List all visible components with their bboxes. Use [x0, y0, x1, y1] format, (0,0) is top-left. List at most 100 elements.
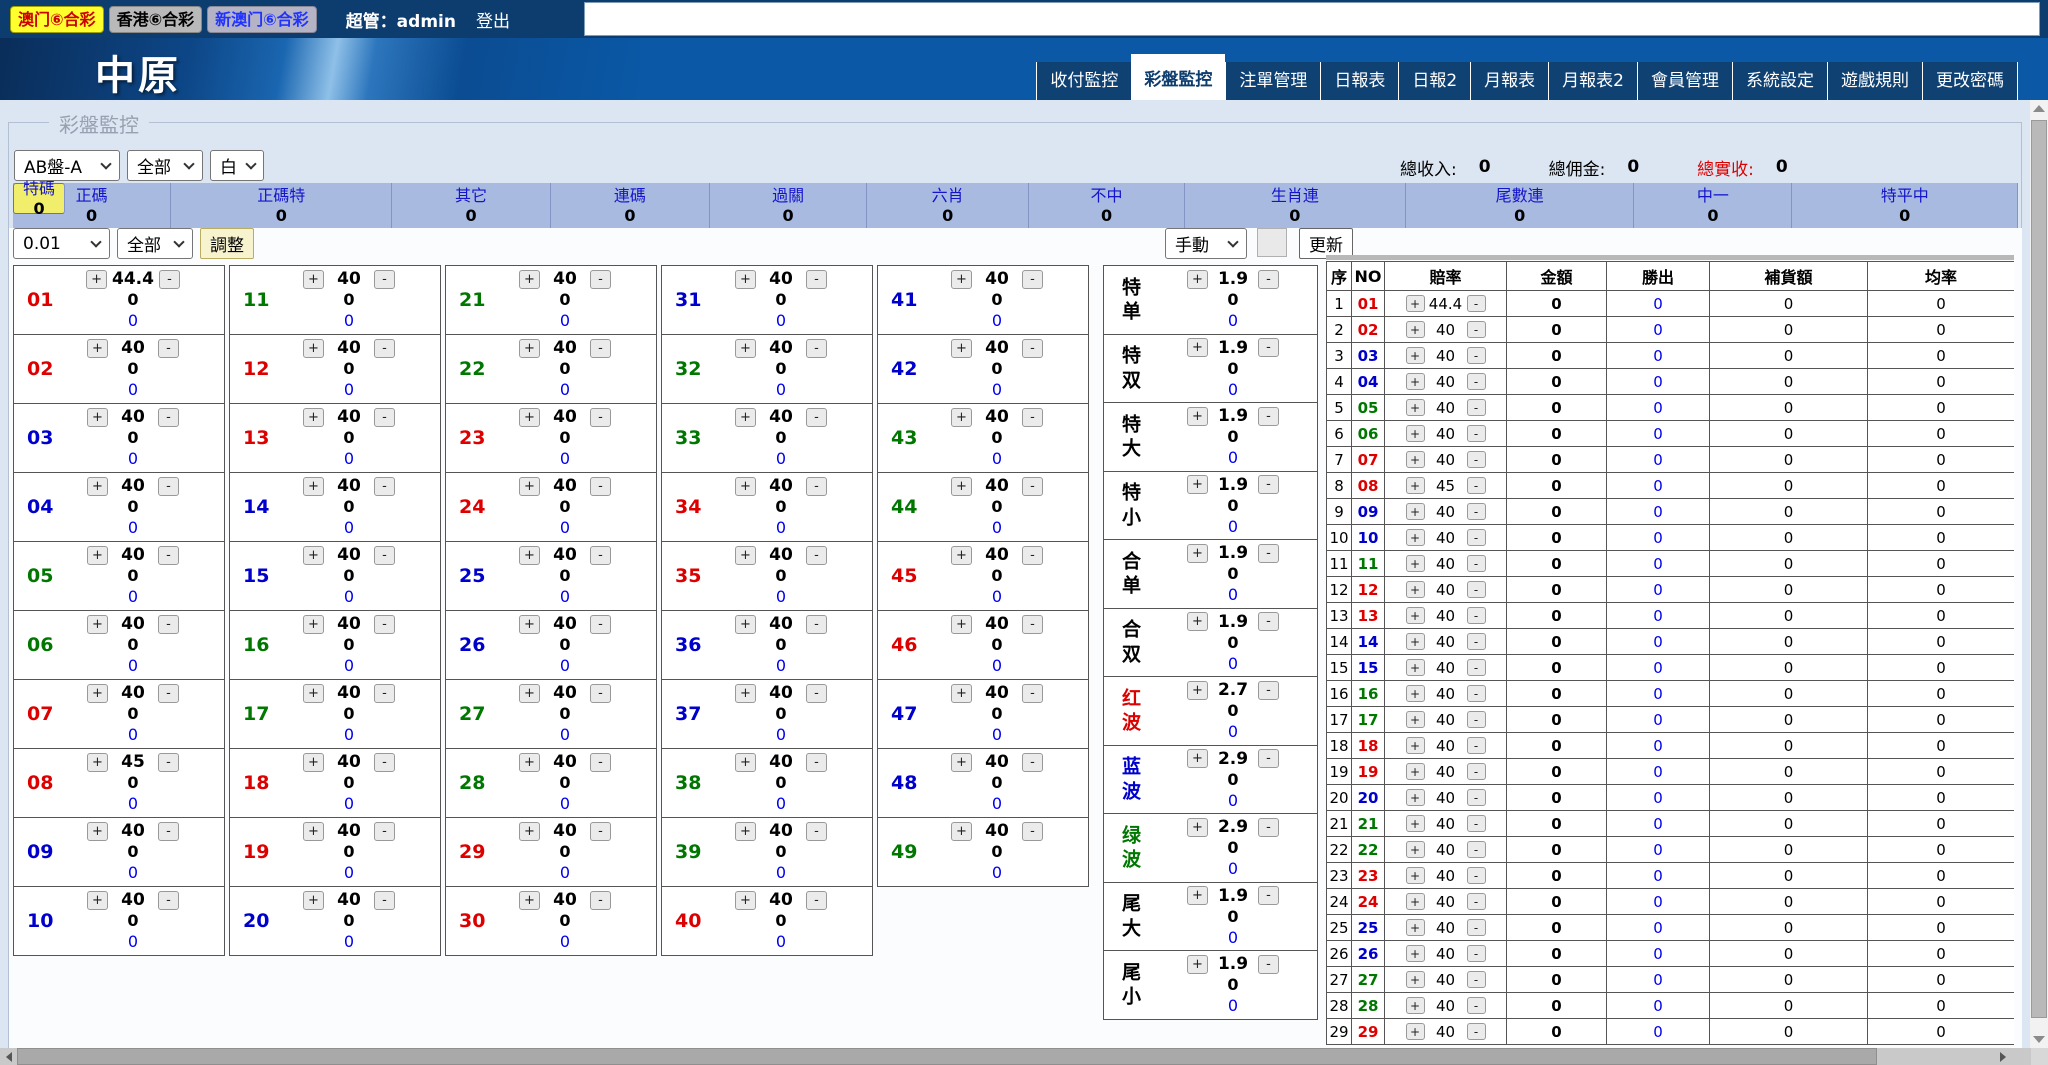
odds-increase-button[interactable]: + [1187, 270, 1208, 289]
top-search-input[interactable] [584, 2, 2040, 36]
category-tab-6[interactable]: 六肖0 [867, 183, 1029, 228]
odds-decrease-button[interactable]: - [1467, 685, 1486, 702]
scroll-down-icon[interactable] [2030, 1031, 2047, 1048]
odds-increase-button[interactable]: + [1406, 763, 1425, 780]
mode-select[interactable]: 手動 [1165, 228, 1247, 259]
odds-increase-button[interactable]: + [951, 684, 972, 703]
range-select[interactable]: 全部 [117, 228, 193, 259]
odds-decrease-button[interactable]: - [1467, 919, 1486, 936]
odds-increase-button[interactable]: + [303, 753, 324, 772]
odds-increase-button[interactable]: + [1406, 919, 1425, 936]
odds-increase-button[interactable]: + [1406, 295, 1425, 312]
odds-decrease-button[interactable]: - [1258, 338, 1279, 357]
nav-tab-member-management[interactable]: 會員管理 [1637, 62, 1732, 100]
odds-increase-button[interactable]: + [87, 477, 108, 496]
logout-link[interactable]: 登出 [476, 7, 510, 32]
odds-decrease-button[interactable]: - [158, 339, 179, 358]
update-interval-box[interactable] [1257, 228, 1287, 257]
odds-increase-button[interactable]: + [87, 753, 108, 772]
odds-decrease-button[interactable]: - [1467, 633, 1486, 650]
odds-increase-button[interactable]: + [1406, 789, 1425, 806]
odds-decrease-button[interactable]: - [590, 822, 611, 841]
odds-decrease-button[interactable]: - [158, 684, 179, 703]
odds-decrease-button[interactable]: - [374, 615, 395, 634]
odds-decrease-button[interactable]: - [590, 891, 611, 910]
lottery-tab-macau[interactable]: 澳门⑥合彩 [10, 6, 104, 33]
odds-decrease-button[interactable]: - [158, 753, 179, 772]
odds-decrease-button[interactable]: - [806, 684, 827, 703]
odds-increase-button[interactable]: + [519, 822, 540, 841]
odds-decrease-button[interactable]: - [590, 339, 611, 358]
odds-decrease-button[interactable]: - [1467, 997, 1486, 1014]
category-tab-7[interactable]: 不中0 [1029, 183, 1184, 228]
odds-increase-button[interactable]: + [735, 408, 756, 427]
odds-increase-button[interactable]: + [303, 891, 324, 910]
odds-decrease-button[interactable]: - [1467, 477, 1486, 494]
odds-decrease-button[interactable]: - [1467, 347, 1486, 364]
horizontal-scroll-thumb[interactable] [17, 1048, 1877, 1065]
odds-decrease-button[interactable]: - [374, 477, 395, 496]
odds-increase-button[interactable]: + [1406, 971, 1425, 988]
odds-decrease-button[interactable]: - [1467, 1023, 1486, 1040]
odds-decrease-button[interactable]: - [1022, 546, 1043, 565]
odds-decrease-button[interactable]: - [1467, 659, 1486, 676]
odds-increase-button[interactable]: + [303, 270, 324, 289]
odds-increase-button[interactable]: + [303, 822, 324, 841]
horizontal-scrollbar[interactable] [0, 1048, 2048, 1065]
odds-decrease-button[interactable]: - [1467, 841, 1486, 858]
odds-decrease-button[interactable]: - [1258, 407, 1279, 426]
odds-decrease-button[interactable]: - [374, 339, 395, 358]
scope-select[interactable]: 全部 [127, 150, 203, 181]
odds-increase-button[interactable]: + [87, 891, 108, 910]
odds-increase-button[interactable]: + [1406, 893, 1425, 910]
odds-increase-button[interactable]: + [1406, 529, 1425, 546]
odds-increase-button[interactable]: + [735, 891, 756, 910]
odds-increase-button[interactable]: + [303, 408, 324, 427]
odds-decrease-button[interactable]: - [1467, 737, 1486, 754]
odds-decrease-button[interactable]: - [1022, 615, 1043, 634]
odds-increase-button[interactable]: + [1406, 425, 1425, 442]
odds-decrease-button[interactable]: - [1258, 681, 1279, 700]
odds-increase-button[interactable]: + [1406, 607, 1425, 624]
odds-increase-button[interactable]: + [1187, 338, 1208, 357]
odds-decrease-button[interactable]: - [806, 339, 827, 358]
odds-decrease-button[interactable]: - [806, 822, 827, 841]
odds-increase-button[interactable]: + [86, 270, 107, 289]
odds-decrease-button[interactable]: - [1467, 529, 1486, 546]
odds-increase-button[interactable]: + [1406, 841, 1425, 858]
odds-increase-button[interactable]: + [1406, 633, 1425, 650]
odds-increase-button[interactable]: + [735, 546, 756, 565]
odds-increase-button[interactable]: + [1187, 886, 1208, 905]
odds-decrease-button[interactable]: - [590, 753, 611, 772]
odds-increase-button[interactable]: + [735, 753, 756, 772]
odds-decrease-button[interactable]: - [1258, 955, 1279, 974]
odds-increase-button[interactable]: + [735, 339, 756, 358]
lottery-tab-hongkong[interactable]: 香港⑥合彩 [109, 6, 203, 33]
odds-increase-button[interactable]: + [87, 339, 108, 358]
odds-decrease-button[interactable]: - [1258, 818, 1279, 837]
nav-tab-monthly-report[interactable]: 月報表 [1470, 62, 1548, 100]
odds-increase-button[interactable]: + [735, 615, 756, 634]
odds-decrease-button[interactable]: - [806, 270, 827, 289]
odds-increase-button[interactable]: + [519, 546, 540, 565]
odds-increase-button[interactable]: + [87, 684, 108, 703]
odds-decrease-button[interactable]: - [1022, 339, 1043, 358]
odds-decrease-button[interactable]: - [1467, 581, 1486, 598]
odds-decrease-button[interactable]: - [1467, 555, 1486, 572]
odds-decrease-button[interactable]: - [1022, 822, 1043, 841]
adjust-button[interactable]: 調整 [200, 228, 254, 259]
scroll-right-icon[interactable] [1994, 1048, 2011, 1065]
odds-increase-button[interactable]: + [1406, 555, 1425, 572]
odds-increase-button[interactable]: + [1187, 818, 1208, 837]
odds-decrease-button[interactable]: - [158, 615, 179, 634]
odds-decrease-button[interactable]: - [1258, 475, 1279, 494]
odds-decrease-button[interactable]: - [590, 270, 611, 289]
odds-increase-button[interactable]: + [1406, 477, 1425, 494]
odds-increase-button[interactable]: + [519, 684, 540, 703]
vertical-scrollbar[interactable] [2030, 100, 2048, 1048]
odds-increase-button[interactable]: + [1187, 544, 1208, 563]
odds-increase-button[interactable]: + [1187, 955, 1208, 974]
odds-increase-button[interactable]: + [303, 546, 324, 565]
odds-increase-button[interactable]: + [1187, 681, 1208, 700]
odds-increase-button[interactable]: + [87, 408, 108, 427]
